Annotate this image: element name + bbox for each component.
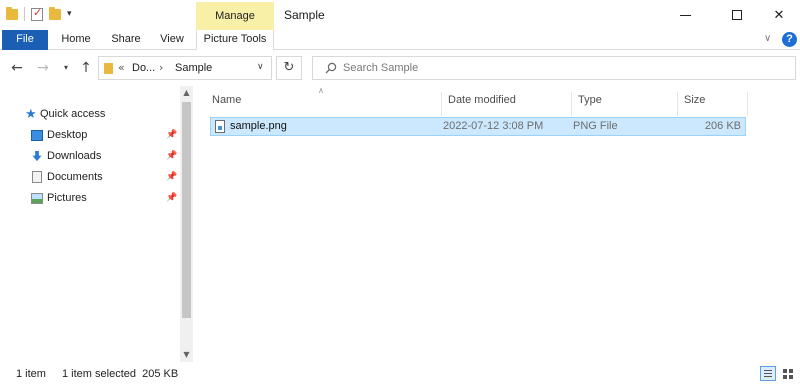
downloads-icon — [32, 150, 42, 161]
sidebar-scrollbar[interactable]: ▲ ▼ — [180, 86, 193, 362]
tab-share[interactable]: Share — [106, 30, 146, 50]
sidebar-item-downloads[interactable]: Downloads 📌 — [0, 146, 178, 166]
pin-icon[interactable]: 📌 — [166, 193, 177, 203]
ribbon-tabs: File Home Share View Picture Tools — [0, 30, 800, 50]
sidebar-item-label: Quick access — [40, 108, 106, 120]
properties-icon[interactable] — [31, 6, 43, 21]
column-header-size[interactable]: Size — [678, 92, 748, 116]
star-icon: ★ — [25, 106, 37, 122]
pin-icon[interactable]: 📌 — [166, 130, 177, 140]
quick-access-toolbar: ▾ — [6, 6, 72, 21]
column-header-date-modified[interactable]: Date modified — [442, 92, 572, 116]
refresh-button[interactable]: ↻ — [276, 56, 302, 80]
file-date-modified: 2022-07-12 3:08 PM — [443, 120, 544, 132]
desktop-icon — [31, 129, 43, 141]
status-bar: 1 item 1 item selected 205 KB — [0, 362, 800, 385]
column-header-type[interactable]: Type — [572, 92, 678, 116]
navigation-pane: ★ Quick access Desktop 📌 Downloads 📌 Doc… — [0, 86, 180, 362]
selection-info: 1 item selected 205 KB — [62, 368, 179, 380]
sidebar-item-quick-access[interactable]: ★ Quick access — [0, 104, 178, 124]
minimize-button[interactable] — [662, 0, 708, 30]
breadcrumb-separator-icon[interactable]: › — [159, 61, 163, 74]
folder-icon — [104, 63, 113, 74]
address-dropdown-icon[interactable]: ∨ — [257, 62, 264, 72]
toolbar-divider — [24, 7, 25, 21]
tab-manage[interactable]: Manage — [196, 2, 274, 30]
large-icons-view-icon[interactable] — [780, 366, 796, 381]
sidebar-item-label: Pictures — [47, 192, 87, 204]
up-button[interactable]: ↑ — [78, 58, 94, 78]
tab-picture-tools[interactable]: Picture Tools — [196, 30, 274, 50]
window-title: Sample — [284, 8, 325, 22]
scroll-down-icon[interactable]: ▼ — [180, 348, 193, 362]
details-view-icon[interactable] — [760, 366, 776, 381]
customize-toolbar-icon[interactable]: ▾ — [67, 9, 72, 19]
scroll-up-icon[interactable]: ▲ — [180, 86, 193, 100]
tab-home[interactable]: Home — [54, 30, 98, 50]
sidebar-item-label: Downloads — [47, 150, 102, 162]
file-name: sample.png — [230, 120, 287, 132]
title-bar: ▾ Manage Sample ✕ — [0, 0, 800, 30]
scrollbar-thumb[interactable] — [182, 102, 191, 318]
forward-button[interactable]: → — [34, 58, 52, 78]
sidebar-item-desktop[interactable]: Desktop 📌 — [0, 125, 178, 145]
tab-view[interactable]: View — [155, 30, 189, 50]
close-icon: ✕ — [773, 7, 785, 23]
breadcrumb-current[interactable]: Sample — [175, 62, 212, 74]
sidebar-item-label: Documents — [47, 171, 103, 183]
column-header-name[interactable]: Name — [206, 92, 442, 116]
documents-icon — [32, 171, 42, 183]
file-size: 206 KB — [704, 120, 741, 132]
tab-file[interactable]: File — [2, 30, 48, 50]
expand-ribbon-icon[interactable]: ∨ — [764, 33, 771, 44]
breadcrumb-parent[interactable]: Do... — [132, 62, 155, 74]
image-file-icon — [215, 120, 225, 133]
help-icon[interactable]: ? — [782, 32, 797, 47]
pin-icon[interactable]: 📌 — [166, 172, 177, 182]
sidebar-item-pictures[interactable]: Pictures 📌 — [0, 188, 178, 208]
folder-icon[interactable] — [6, 6, 18, 20]
address-bar[interactable]: « Do... › Sample ∨ — [98, 56, 272, 80]
maximize-button[interactable] — [714, 0, 760, 30]
breadcrumb-overflow-icon[interactable]: « — [118, 61, 125, 74]
search-icon — [325, 62, 337, 74]
pictures-icon — [31, 192, 43, 204]
recent-locations-button[interactable]: ▾ — [60, 58, 72, 78]
search-input[interactable] — [343, 59, 783, 77]
item-count: 1 item — [16, 368, 46, 380]
pin-icon[interactable]: 📌 — [166, 151, 177, 161]
close-button[interactable]: ✕ — [756, 0, 800, 30]
sidebar-item-documents[interactable]: Documents 📌 — [0, 167, 178, 187]
back-button[interactable]: ← — [8, 58, 26, 78]
maximize-icon — [732, 10, 742, 20]
file-list: ∧ Name Date modified Type Size sample.pn… — [194, 86, 800, 362]
file-type: PNG File — [573, 120, 618, 132]
navigation-bar: ← → ▾ ↑ « Do... › Sample ∨ ↻ — [0, 51, 800, 85]
sidebar-item-label: Desktop — [47, 129, 88, 141]
table-row[interactable]: sample.png 2022-07-12 3:08 PM PNG File 2… — [210, 117, 746, 136]
minimize-icon — [679, 14, 691, 16]
new-folder-icon[interactable] — [49, 6, 61, 20]
search-box[interactable] — [312, 56, 796, 80]
